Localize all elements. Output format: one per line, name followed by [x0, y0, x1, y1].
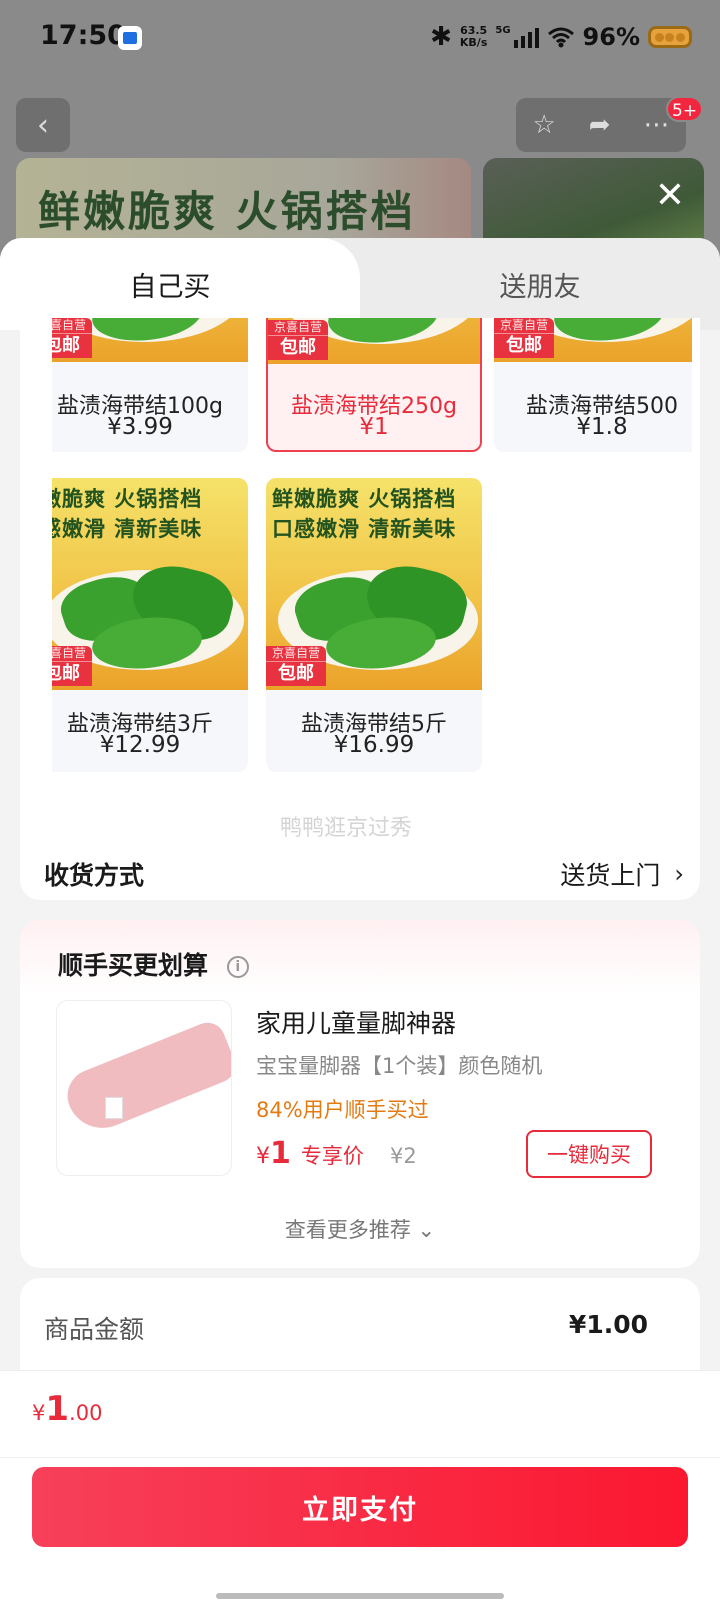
- recommend-stat: 84%用户顺手买过: [256, 1098, 429, 1122]
- background-product-page: 17:50 ✱ 63.5 KB/s 5G 96% ‹ ☆ ➦ ⋯ 5+ 鲜嫩脆爽…: [0, 0, 720, 260]
- more-icon[interactable]: ⋯: [643, 110, 669, 140]
- recommend-card: 顺手买更划算 i 家用儿童量脚神器 宝宝量脚器【1个装】颜色随机 84%用户顺手…: [20, 920, 700, 1268]
- nav-actions: ☆ ➦ ⋯: [516, 98, 686, 152]
- status-bar: 17:50 ✱ 63.5 KB/s 5G 96%: [0, 0, 720, 80]
- tab-gift-friend[interactable]: 送朋友: [360, 238, 720, 330]
- sku-image: 鲜嫩脆爽 火锅搭档口感嫩滑 清新美味 京喜自营包邮: [52, 478, 248, 690]
- checkout-bar: ¥ 1 .00 立即支付: [0, 1370, 720, 1600]
- watermark-text: 鸭鸭逛京过秀: [280, 816, 413, 841]
- favorite-star-icon[interactable]: ☆: [532, 110, 555, 140]
- sku-image: 京喜自营包邮: [494, 318, 692, 362]
- amount-value: ¥1.00: [568, 1310, 648, 1339]
- signal-icon: 5G: [495, 26, 539, 48]
- sku-tag: 京喜自营包邮: [494, 318, 554, 358]
- sku-price: ¥1: [359, 414, 389, 440]
- delivery-value: 送货上门: [560, 861, 661, 890]
- sku-tag: 京喜自营包邮: [52, 646, 92, 686]
- tab-buy-for-self[interactable]: 自己买: [0, 238, 360, 330]
- sku-option-250g[interactable]: 京喜自营 包邮 盐渍海带结250g ¥1: [266, 318, 482, 452]
- app-notification-icon: [118, 26, 142, 50]
- tab-bar: 自己买 送朋友: [0, 238, 720, 330]
- status-indicators: ✱ 63.5 KB/s 5G 96%: [430, 22, 692, 52]
- sku-price: ¥3.99: [107, 414, 173, 440]
- recommend-price: ¥ 1 专享价: [256, 1136, 364, 1171]
- sku-tag: 京喜自营包邮: [266, 646, 326, 686]
- chevron-down-icon: ⌄: [417, 1218, 436, 1242]
- total-price: ¥ 1 .00: [32, 1389, 103, 1429]
- sku-image: 京喜自营包邮: [268, 318, 480, 364]
- sku-tag: 京喜自营包邮: [52, 318, 92, 358]
- status-time: 17:50: [40, 20, 126, 51]
- message-badge: 5+: [666, 96, 704, 122]
- wifi-icon: [547, 27, 574, 48]
- share-icon[interactable]: ➦: [589, 110, 611, 140]
- chevron-left-icon: ‹: [37, 107, 49, 143]
- delivery-label: 收货方式: [44, 861, 145, 890]
- sku-option-5jin[interactable]: 鲜嫩脆爽 火锅搭档 口感嫩滑 清新美味 京喜自营 包邮 盐渍海带结5斤 ¥16.99: [266, 478, 482, 772]
- sku-card: 京喜自营包邮 盐渍海带结100g ¥3.99 京喜自营包邮 盐渍海带结250g …: [20, 318, 700, 900]
- sku-option-3jin[interactable]: 鲜嫩脆爽 火锅搭档口感嫩滑 清新美味 京喜自营包邮 盐渍海带结3斤 ¥12.99: [52, 478, 248, 772]
- battery-percent: 96%: [582, 23, 640, 51]
- banner-text: 鲜嫩脆爽 火锅搭档: [38, 187, 416, 236]
- sku-grid: 京喜自营包邮 盐渍海带结100g ¥3.99 京喜自营包邮 盐渍海带结250g …: [52, 318, 692, 828]
- sku-price: ¥1.8: [576, 414, 628, 440]
- sku-price: ¥16.99: [333, 732, 415, 758]
- sku-price: ¥12.99: [99, 732, 181, 758]
- pay-now-button[interactable]: 立即支付: [32, 1467, 688, 1547]
- one-click-buy-button[interactable]: 一键购买: [526, 1130, 652, 1178]
- sku-tag: 京喜自营包邮: [268, 320, 328, 360]
- recommend-product-image[interactable]: [56, 1000, 232, 1176]
- close-icon[interactable]: ✕: [650, 176, 690, 216]
- amount-label: 商品金额: [44, 1315, 145, 1344]
- home-indicator[interactable]: [216, 1593, 504, 1599]
- recommend-original-price: ¥2: [390, 1144, 417, 1168]
- recommend-product-name[interactable]: 家用儿童量脚神器: [256, 1004, 456, 1040]
- sku-option-100g[interactable]: 京喜自营包邮 盐渍海带结100g ¥3.99: [52, 318, 248, 452]
- more-recommend-link[interactable]: 查看更多推荐 ⌄: [20, 1214, 700, 1244]
- sku-image: 京喜自营包邮: [52, 318, 248, 362]
- info-icon[interactable]: i: [226, 956, 249, 978]
- sku-option-500g[interactable]: 京喜自营 包邮 盐渍海带结500 ¥1.8: [494, 318, 692, 452]
- chevron-right-icon: ›: [674, 860, 684, 888]
- delivery-method-row[interactable]: 收货方式 送货上门 ›: [44, 854, 684, 894]
- battery-icon: [648, 26, 692, 48]
- back-button[interactable]: ‹: [16, 98, 70, 152]
- sku-image: 鲜嫩脆爽 火锅搭档口感嫩滑 清新美味 京喜自营包邮: [266, 478, 482, 690]
- bluetooth-icon: ✱: [430, 22, 452, 52]
- net-speed: 63.5 KB/s: [459, 24, 488, 49]
- recommend-title: 顺手买更划算: [58, 951, 209, 980]
- divider: [0, 1457, 720, 1458]
- recommend-product-desc: 宝宝量脚器【1个装】颜色随机: [256, 1054, 543, 1078]
